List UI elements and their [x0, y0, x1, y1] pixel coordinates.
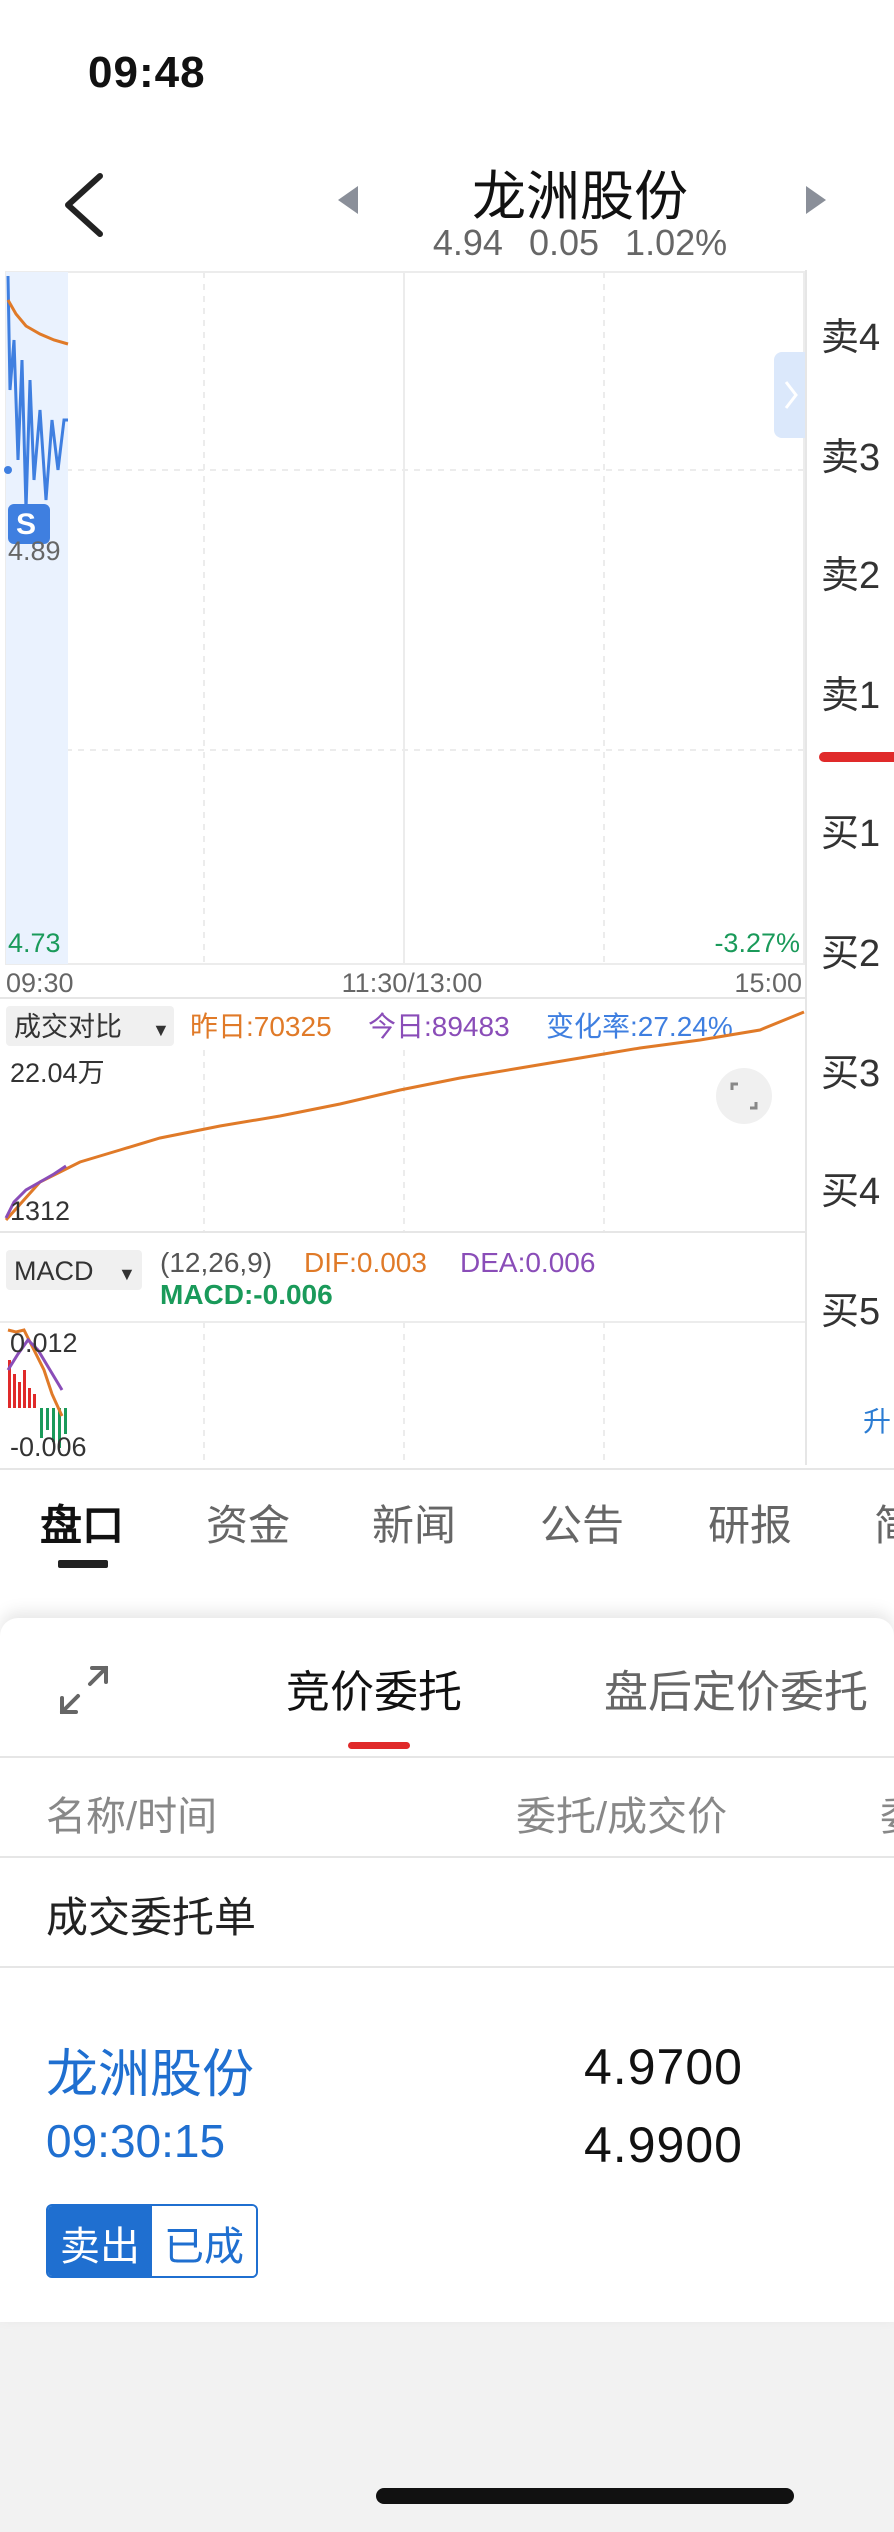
order-level-buy2[interactable]: 买2: [821, 922, 880, 977]
order-level-sell3[interactable]: 卖3: [821, 426, 880, 481]
tab-research[interactable]: 研报: [708, 1492, 792, 1553]
order-level-sell1[interactable]: 卖1: [821, 664, 880, 719]
macd-histogram-up: [8, 1360, 36, 1408]
macd-value: MACD:-0.006: [160, 1279, 333, 1310]
order-level-buy3[interactable]: 买3: [821, 1042, 880, 1097]
home-indicator: [376, 2488, 794, 2504]
macd-selector-label: MACD: [14, 1256, 94, 1286]
tab-announcements[interactable]: 公告: [540, 1492, 624, 1553]
x-label-mid: 11:30/13:00: [342, 968, 483, 998]
order-time: 09:30:15: [46, 2115, 226, 2167]
current-price: 4.94: [432, 222, 503, 263]
upgrade-link[interactable]: 升: [863, 1400, 891, 1440]
stock-name-title: 龙洲股份: [472, 167, 688, 227]
dropdown-caret-icon: ▼: [152, 1020, 170, 1040]
volume-yesterday: 昨日:70325: [190, 1011, 332, 1042]
order-level-buy5[interactable]: 买5: [821, 1280, 880, 1335]
order-level-sell4[interactable]: 卖4: [821, 306, 880, 361]
order-sheet: 竞价委托 盘后定价委托 名称/时间 委托/成交价 委 成交委托单 龙洲股份 09…: [0, 1618, 894, 2322]
expand-arrows-icon[interactable]: [54, 1660, 114, 1720]
sheet-tab-indicator: [348, 1742, 410, 1749]
volume-y-bottom: 1312: [10, 1196, 70, 1226]
fullscreen-button-bg: [716, 1068, 772, 1124]
order-book-side-panel: 卖4 卖3 卖2 卖1 买1 买2 买3 买4 买5 升: [805, 270, 894, 1465]
order-level-buy4[interactable]: 买4: [821, 1160, 880, 1215]
y-label-bottom: 4.73: [8, 928, 61, 958]
order-status-badge: 卖出 已成: [46, 2204, 258, 2278]
tab-funds[interactable]: 资金: [206, 1492, 290, 1553]
y-label-top: 4.89: [8, 536, 61, 566]
section-title: 成交委托单: [46, 1894, 257, 1941]
macd-dea: DEA:0.006: [460, 1247, 595, 1278]
macd-dif: DIF:0.003: [304, 1247, 427, 1278]
order-price: 4.9700: [584, 2039, 743, 2095]
volume-y-top: 22.04万: [10, 1058, 105, 1088]
order-level-buy1[interactable]: 买1: [821, 802, 880, 857]
chart-area[interactable]: S 4.89 4.73 -3.27% 09:30 11:30/13:00 15:…: [0, 270, 805, 1465]
intraday-grid: [5, 271, 805, 965]
order-level-sell2[interactable]: 卖2: [821, 544, 880, 599]
order-side-label: 卖出: [48, 2206, 152, 2276]
column-order-qty: 委: [880, 1784, 894, 1842]
y-pct-bottom: -3.27%: [714, 928, 800, 958]
bid-ask-divider-bar: [819, 752, 894, 762]
expand-panel-tab[interactable]: [774, 352, 806, 438]
x-label-open: 09:30: [6, 968, 74, 998]
deal-price: 4.9900: [584, 2117, 743, 2173]
column-name-time: 名称/时间: [46, 1795, 218, 1839]
column-order-price: 委托/成交价: [516, 1795, 728, 1839]
order-status-label: 已成: [152, 2206, 256, 2276]
back-chevron-icon[interactable]: [56, 170, 116, 240]
price-dot: [4, 466, 12, 474]
macd-y-top: 0.012: [10, 1328, 78, 1358]
volume-today: 今日:89483: [368, 1011, 510, 1042]
volume-compare-selector-label: 成交对比: [14, 1012, 122, 1042]
next-stock-arrow-icon[interactable]: [806, 186, 826, 214]
tab-active-indicator: [58, 1560, 108, 1568]
detail-tabs: 盘口 资金 新闻 公告 研报 简: [0, 1468, 894, 1568]
prev-stock-arrow-icon[interactable]: [338, 186, 358, 214]
tab-profile[interactable]: 简: [874, 1492, 894, 1553]
tab-auction-orders[interactable]: 竞价委托: [286, 1656, 462, 1720]
tab-handicap[interactable]: 盘口: [40, 1492, 124, 1553]
tab-after-hours-orders[interactable]: 盘后定价委托: [604, 1656, 868, 1720]
status-time: 09:48: [88, 48, 206, 97]
quote-line: 4.94 0.05 1.02%: [420, 222, 740, 264]
macd-params: (12,26,9): [160, 1247, 272, 1278]
order-stock-name[interactable]: 龙洲股份: [46, 2032, 254, 2107]
tab-news[interactable]: 新闻: [372, 1492, 456, 1553]
x-label-close: 15:00: [734, 968, 802, 998]
chevron-right-icon: [784, 381, 798, 409]
volume-change-rate: 变化率:27.24%: [546, 1011, 733, 1042]
price-change-pct: 1.02%: [625, 222, 728, 263]
macd-y-bottom: -0.006: [10, 1432, 87, 1462]
price-change: 0.05: [528, 222, 600, 263]
dropdown-caret-icon: ▼: [118, 1264, 136, 1284]
